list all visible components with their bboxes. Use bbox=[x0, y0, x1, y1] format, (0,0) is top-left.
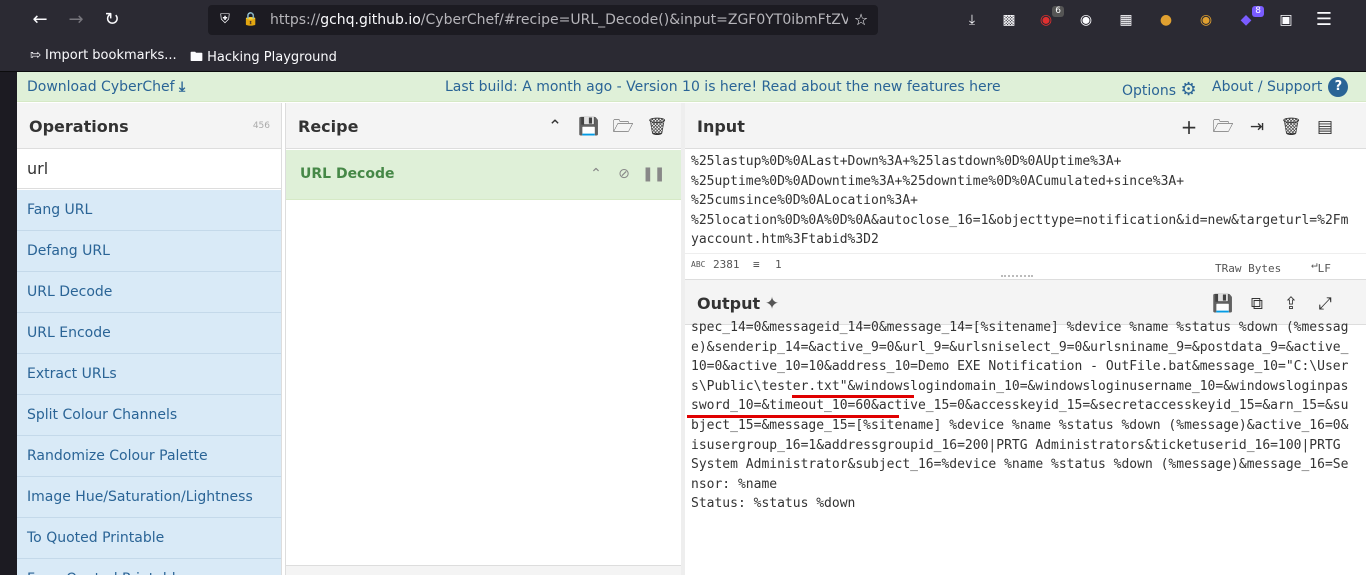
shield-icon[interactable]: ⛨ bbox=[216, 11, 234, 29]
op-fang-url[interactable]: Fang URL bbox=[17, 190, 281, 231]
save-icon[interactable]: 💾 bbox=[1212, 293, 1234, 315]
copy-icon[interactable]: ⧉ bbox=[1246, 293, 1268, 315]
op-url-encode[interactable]: URL Encode bbox=[17, 313, 281, 354]
operations-header: Operations 456 bbox=[17, 103, 281, 149]
privacy-badger-icon[interactable]: ◉ bbox=[1074, 8, 1098, 32]
op-image-hue-saturation[interactable]: Image Hue/Saturation/Lightness bbox=[17, 477, 281, 518]
qr-code-icon[interactable]: ▦ bbox=[1114, 8, 1138, 32]
bookmark-folder-hacking[interactable]: 🖿 Hacking Playground bbox=[190, 48, 337, 70]
back-icon[interactable]: ← bbox=[26, 6, 54, 34]
download-icon: ⤓ bbox=[179, 79, 186, 95]
bookmark-star-icon[interactable]: ☆ bbox=[852, 11, 870, 29]
chevron-up-icon[interactable]: ⌃ bbox=[586, 164, 606, 184]
reload-icon[interactable]: ↻ bbox=[98, 6, 126, 34]
recipe-panel: Recipe ⌃ 💾 🗁 🗑 URL Decode ⌃ ⊘ ❚❚ bbox=[285, 103, 683, 575]
menu-icon[interactable]: ☰ bbox=[1312, 8, 1336, 32]
bookmarks-bar: ⇰ Import bookmarks... 🖿 Hacking Playgrou… bbox=[0, 40, 1366, 72]
op-defang-url[interactable]: Defang URL bbox=[17, 231, 281, 272]
wappalyzer-icon[interactable]: ◆ 8 bbox=[1234, 6, 1264, 32]
build-notice-link[interactable]: Last build: A month ago - Version 10 is … bbox=[445, 79, 1001, 95]
plus-icon[interactable]: + bbox=[1178, 116, 1200, 138]
import-icon[interactable]: ⇥ bbox=[1246, 116, 1268, 138]
cookie-editor-icon[interactable]: ◉ bbox=[1194, 8, 1218, 32]
eol-selector[interactable]: ↵ LF bbox=[1311, 258, 1331, 275]
help-icon: ? bbox=[1328, 77, 1349, 97]
trash-icon[interactable]: 🗑 bbox=[1280, 116, 1302, 138]
operations-search-input[interactable]: url bbox=[17, 149, 281, 189]
forward-icon[interactable]: → bbox=[62, 6, 90, 34]
op-extract-urls[interactable]: Extract URLs bbox=[17, 354, 281, 395]
container-icon[interactable]: ▣ bbox=[1274, 8, 1298, 32]
save-icon[interactable]: 💾 bbox=[578, 116, 600, 138]
input-title: Input bbox=[697, 117, 745, 136]
magic-wand-icon[interactable]: ✦ bbox=[761, 293, 783, 315]
bookmark-import[interactable]: ⇰ Import bookmarks... bbox=[30, 48, 177, 63]
replace-input-icon[interactable]: ⇪ bbox=[1280, 293, 1302, 315]
op-split-colour-channels[interactable]: Split Colour Channels bbox=[17, 395, 281, 436]
text-icon: T bbox=[1215, 262, 1222, 275]
input-textarea[interactable]: %25lastup%0D%0ALast+Down%3A+%25lastdown%… bbox=[691, 152, 1351, 251]
operations-list: Fang URL Defang URL URL Decode URL Encod… bbox=[17, 190, 281, 575]
chevron-up-icon[interactable]: ⌃ bbox=[544, 116, 566, 138]
url-text[interactable]: https://gchq.github.io/CyberChef/#recipe… bbox=[270, 12, 848, 28]
trash-icon[interactable]: 🗑 bbox=[646, 116, 668, 138]
folder-open-icon[interactable]: 🗁 bbox=[612, 116, 634, 138]
disable-icon[interactable]: ⊘ bbox=[614, 164, 634, 184]
input-length: 2381 bbox=[713, 258, 740, 271]
downloads-icon[interactable]: ⤓ bbox=[960, 8, 984, 32]
lines-icon: ≡ bbox=[753, 258, 760, 271]
layout-icon[interactable]: ▤ bbox=[1314, 116, 1336, 138]
op-url-decode[interactable]: URL Decode bbox=[17, 272, 281, 313]
extensions-puzzle-icon[interactable]: ▩ bbox=[997, 8, 1021, 32]
fullscreen-icon[interactable]: ⤢ bbox=[1314, 293, 1336, 315]
lock-icon[interactable]: 🔒 bbox=[242, 11, 260, 29]
recipe-header: Recipe ⌃ 💾 🗁 🗑 bbox=[286, 103, 681, 149]
operations-panel: Operations 456 url Fang URL Defang URL U… bbox=[17, 103, 282, 575]
abc-icon: ABC bbox=[691, 260, 706, 269]
about-link[interactable]: About / Support? bbox=[1212, 77, 1349, 97]
gear-icon: ⚙ bbox=[1180, 79, 1197, 100]
operations-title: Operations bbox=[29, 117, 129, 136]
options-link[interactable]: Options ⚙ bbox=[1122, 79, 1197, 100]
recipe-op-name: URL Decode bbox=[300, 166, 395, 182]
recipe-footer bbox=[286, 565, 683, 575]
download-link[interactable]: Download CyberChef ⤓ bbox=[27, 79, 185, 95]
input-header: Input + 🗁 ⇥ 🗑 ▤ bbox=[685, 103, 1366, 149]
ublock-icon[interactable]: ◉ 6 bbox=[1034, 6, 1064, 32]
output-textarea[interactable]: spec_14=0&messageid_14=0&message_14=[%si… bbox=[691, 318, 1351, 575]
input-lines: 1 bbox=[775, 258, 782, 271]
op-to-quoted-printable[interactable]: To Quoted Printable bbox=[17, 518, 281, 559]
output-title: Output bbox=[697, 294, 761, 313]
op-randomize-colour-palette[interactable]: Randomize Colour Palette bbox=[17, 436, 281, 477]
cyberchef-page: Download CyberChef ⤓ Last build: A month… bbox=[17, 72, 1366, 575]
operations-count: 456 bbox=[252, 121, 270, 131]
top-banner: Download CyberChef ⤓ Last build: A month… bbox=[17, 72, 1366, 102]
annotation-underline bbox=[687, 415, 899, 418]
annotation-underline bbox=[792, 395, 914, 398]
encoding-selector[interactable]: T Raw Bytes bbox=[1215, 258, 1281, 275]
address-bar[interactable]: ⛨ 🔒 https://gchq.github.io/CyberChef/#re… bbox=[208, 5, 878, 35]
io-panel: Input + 🗁 ⇥ 🗑 ▤ %25lastup%0D%0ALast+Down… bbox=[685, 103, 1366, 575]
recipe-title: Recipe bbox=[298, 117, 359, 136]
pause-icon[interactable]: ❚❚ bbox=[642, 164, 665, 184]
browser-toolbar: ← → ↻ ⛨ 🔒 https://gchq.github.io/CyberCh… bbox=[0, 0, 1366, 40]
op-from-quoted-printable[interactable]: From Quoted Printable bbox=[17, 559, 281, 575]
cookie-icon[interactable]: ● bbox=[1154, 8, 1178, 32]
input-statusbar: ABC 2381 ≡ 1 T Raw Bytes ↵ LF bbox=[685, 253, 1366, 275]
recipe-op-url-decode[interactable]: URL Decode ⌃ ⊘ ❚❚ bbox=[286, 150, 683, 200]
open-folder-icon[interactable]: 🗁 bbox=[1212, 116, 1234, 138]
